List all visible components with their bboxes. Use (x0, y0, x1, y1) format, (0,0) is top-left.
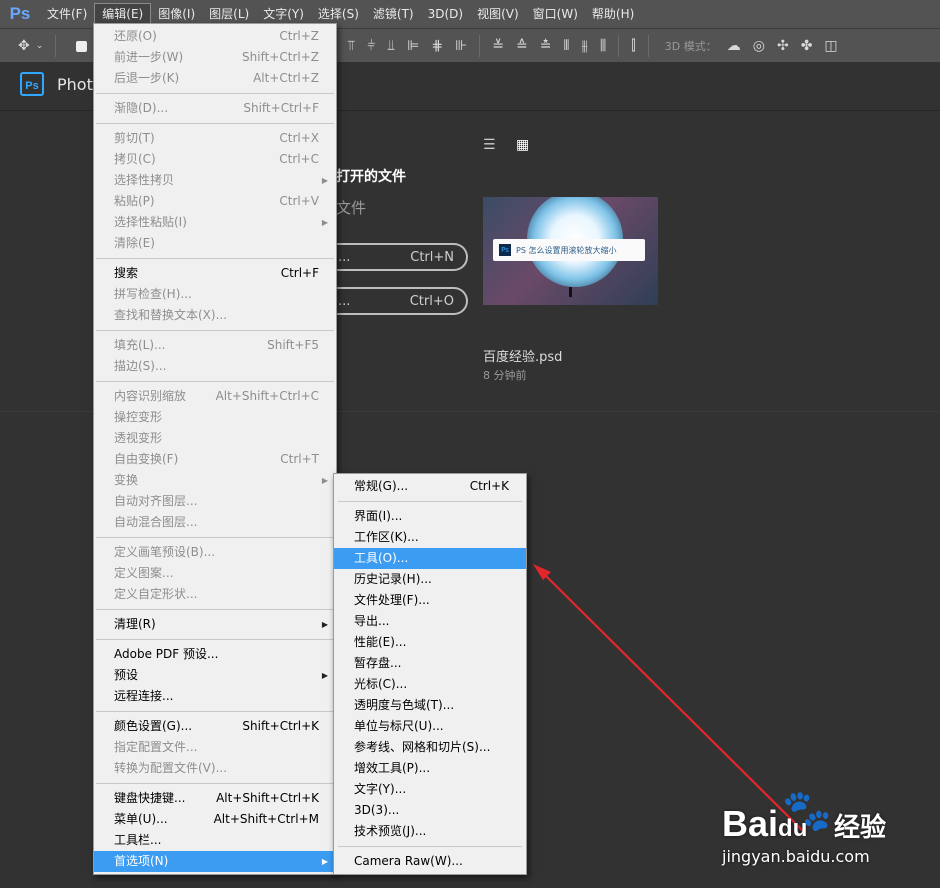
watermark-jingyan: 经验 (834, 813, 887, 843)
baidu-watermark: Baidu 🐾 经验 jingyan.baidu.com (722, 785, 922, 875)
baidu-paw-icon: 🐾 (782, 788, 832, 834)
watermark-url: jingyan.baidu.com (722, 847, 870, 866)
watermark-brand-text: Bai (722, 803, 779, 844)
annotation-arrow (533, 564, 805, 833)
